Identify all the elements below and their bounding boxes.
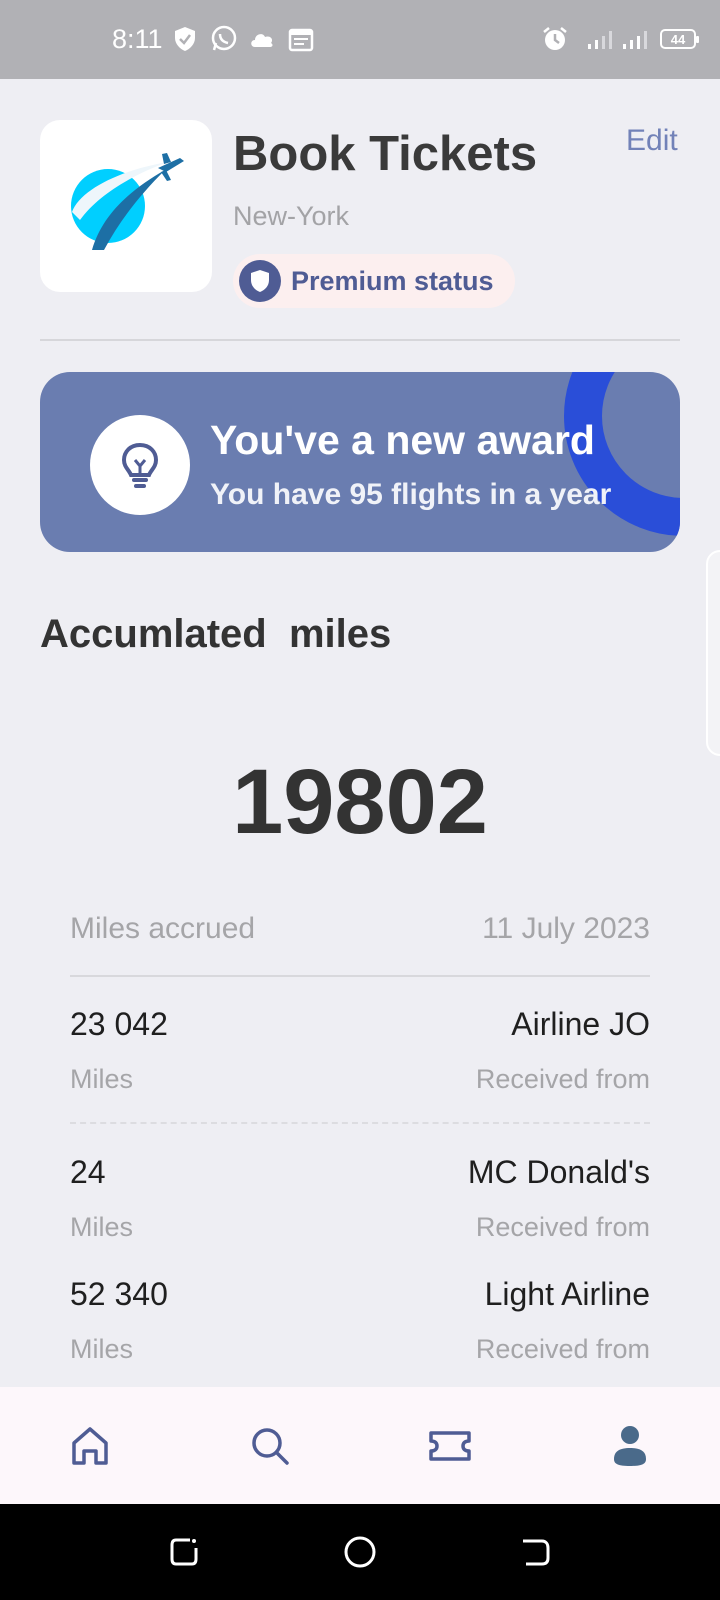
list-item[interactable]: 52 340 Miles Light Airline Received from [70,1276,650,1386]
section-title: Accumlated miles [40,612,392,656]
ticket-icon [429,1431,471,1461]
entry-unit: Miles [70,1212,134,1242]
nav-profile[interactable] [595,1411,665,1481]
signal-icon-2 [619,24,653,54]
profile-icon [614,1426,646,1466]
cloud-icon [248,24,276,54]
entry-source: MC Donald's [467,1154,650,1190]
entry-source-label: Received from [475,1064,650,1094]
search-icon [252,1428,289,1465]
entry-amount: 24 [70,1154,106,1190]
app-logo [40,120,212,292]
entry-amount: 23 042 [70,1006,168,1042]
miles-accrued-label: Miles accrued [70,912,256,945]
award-title: You've a new award [210,417,595,463]
entry-source: Light Airline [484,1276,650,1312]
entry-unit: Miles [70,1334,134,1364]
total-miles: 19802 [232,751,488,853]
alarm-icon [541,24,569,54]
premium-status-label: Premium status [291,266,494,296]
status-bar: 8:11 44 [0,0,720,79]
award-banner[interactable]: You've a new award You have 95 flights i… [40,372,680,552]
meta-divider [70,975,650,977]
status-time: 8:11 [112,24,163,54]
entry-source-label: Received from [475,1212,650,1242]
list-item[interactable]: 24 Miles MC Donald's Received from [70,1154,650,1264]
nav-home[interactable] [55,1411,125,1481]
shield-icon [239,260,281,302]
header-divider [40,339,680,341]
premium-status-badge: Premium status [233,254,515,308]
entry-source: Airline JO [511,1006,650,1042]
page-title: Book Tickets [233,127,538,181]
airplane-logo-icon [71,153,184,250]
nav-search[interactable] [235,1411,305,1481]
edit-button[interactable]: Edit [626,124,678,158]
battery-indicator: 44 [660,29,699,49]
home-icon [72,1427,108,1465]
whatsapp-icon [210,24,238,54]
entry-source-label: Received from [475,1334,650,1364]
side-panel-handle[interactable] [706,550,720,756]
shield-check-icon [171,24,199,54]
back-icon[interactable] [516,1532,556,1572]
lightbulb-icon [90,415,190,515]
calendar-icon [287,24,315,54]
list-item[interactable]: 23 042 Miles Airline JO Received from [70,1006,650,1116]
entry-amount: 52 340 [70,1276,168,1312]
signal-icon [584,24,618,54]
system-navigation-bar [0,1504,720,1600]
recent-apps-icon[interactable] [164,1532,204,1572]
dashed-divider [70,1122,650,1124]
nav-tickets[interactable] [415,1411,485,1481]
award-subtitle: You have 95 flights in a year [210,478,612,511]
accrued-date: 11 July 2023 [482,912,650,945]
location-label: New-York [233,201,350,231]
bottom-navigation [0,1387,720,1504]
entry-unit: Miles [70,1064,134,1094]
home-button-icon[interactable] [340,1532,380,1572]
